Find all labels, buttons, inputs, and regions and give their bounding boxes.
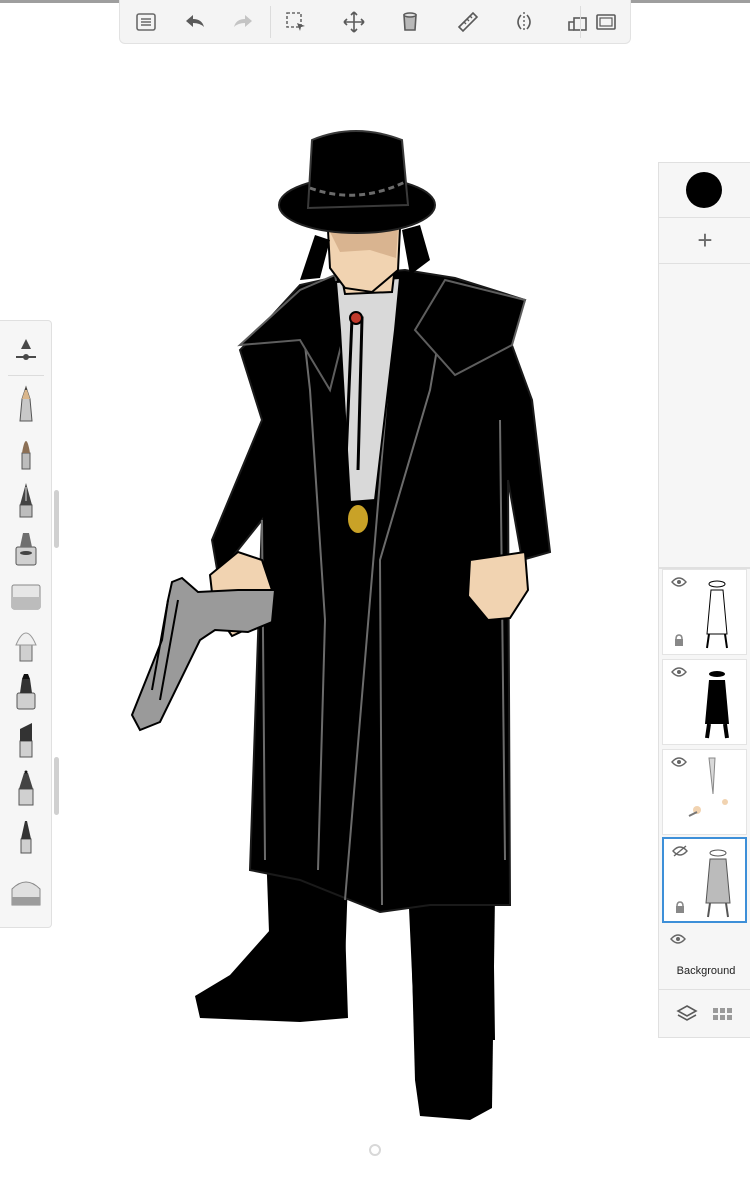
soft-brush-icon[interactable] (6, 621, 46, 665)
eye-icon[interactable] (671, 576, 687, 588)
eye-icon[interactable] (670, 933, 686, 945)
eye-hidden-icon[interactable] (672, 845, 688, 857)
lock-icon[interactable] (673, 634, 685, 646)
drawing-canvas[interactable] (0, 0, 750, 1200)
ballpoint-icon[interactable] (6, 765, 46, 809)
bolo-clasp (349, 311, 363, 325)
brush-palette (0, 320, 52, 928)
list-icon[interactable] (128, 6, 164, 38)
eraser-icon[interactable] (6, 573, 46, 617)
lock-icon[interactable] (674, 901, 686, 913)
top-toolbar (119, 0, 631, 44)
brush-scroll-handle-top[interactable] (54, 490, 59, 548)
layers-panel: Background (658, 568, 750, 1038)
eye-icon[interactable] (671, 756, 687, 768)
ink-pen-icon[interactable] (6, 477, 46, 521)
ruler-icon[interactable] (450, 6, 486, 38)
fill-icon[interactable] (392, 6, 428, 38)
symmetry-icon[interactable] (506, 6, 542, 38)
belt-buckle (346, 503, 370, 535)
size-slider-icon[interactable] (6, 327, 46, 371)
undo-icon[interactable] (176, 6, 212, 38)
layer-thumbnail (706, 580, 728, 649)
add-layer-button[interactable]: + (692, 227, 718, 253)
layer-1[interactable] (662, 569, 747, 655)
layer-4[interactable] (662, 837, 747, 923)
brush-icon[interactable] (6, 429, 46, 473)
layer-2[interactable] (662, 659, 747, 745)
marker-icon[interactable] (6, 669, 46, 713)
grid-icon[interactable] (711, 1002, 735, 1026)
current-color-swatch[interactable] (686, 172, 722, 208)
layer-thumbnail (688, 757, 728, 817)
layer-thumbnail (705, 671, 729, 739)
airbrush-icon[interactable] (6, 525, 46, 569)
smudge-icon[interactable] (6, 869, 46, 913)
color-panel: + (658, 162, 750, 568)
brush-scroll-handle-bottom[interactable] (54, 757, 59, 815)
layers-footer (659, 989, 750, 1039)
fullscreen-icon[interactable] (588, 6, 624, 38)
revolver (130, 576, 277, 732)
background-layer[interactable]: Background (662, 927, 747, 987)
redo-icon[interactable] (226, 6, 262, 38)
selection-icon[interactable] (278, 6, 314, 38)
chisel-marker-icon[interactable] (6, 717, 46, 761)
eye-icon[interactable] (671, 666, 687, 678)
loading-indicator (369, 1144, 381, 1156)
layers-icon[interactable] (675, 1002, 699, 1026)
fine-pen-icon[interactable] (6, 813, 46, 857)
layer-thumbnail (705, 849, 731, 918)
layer-3[interactable] (662, 749, 747, 835)
transform-icon[interactable] (336, 6, 372, 38)
background-label: Background (676, 965, 736, 977)
pencil-icon[interactable] (6, 381, 46, 425)
hat-crown (306, 130, 410, 210)
